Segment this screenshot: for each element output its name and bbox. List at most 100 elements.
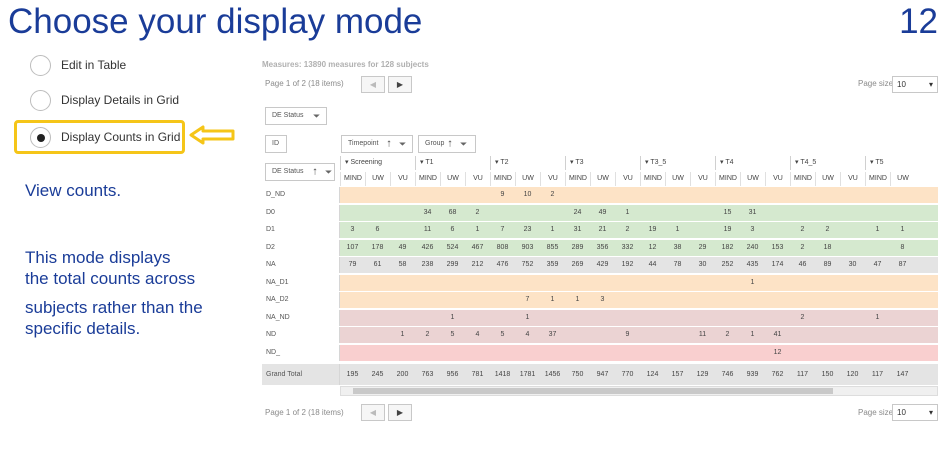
row-header-de-status[interactable]: DE Status ⭡ ⏷ bbox=[265, 163, 335, 181]
column-group-label: T3_5 bbox=[650, 159, 667, 166]
table-cell: 1 bbox=[625, 208, 630, 216]
table-cell: 5 bbox=[450, 331, 455, 338]
table-cell bbox=[890, 292, 915, 308]
filter-chip-timepoint[interactable]: Timepoint ⭡ ⏷ bbox=[341, 135, 413, 153]
table-cell bbox=[865, 240, 890, 256]
table-cell bbox=[640, 327, 665, 343]
table-cell: 107 bbox=[346, 243, 359, 251]
table-cell bbox=[490, 275, 515, 291]
table-cell bbox=[640, 345, 665, 361]
table-cell bbox=[365, 205, 390, 221]
column-group-header[interactable]: ▾ T5 bbox=[865, 156, 915, 170]
column-sub-header: UW bbox=[740, 172, 765, 186]
table-cell: 746 bbox=[721, 371, 734, 378]
table-cell: 12 bbox=[773, 348, 782, 356]
table-cell: 752 bbox=[521, 261, 534, 268]
table-cell bbox=[340, 310, 365, 326]
table-cell bbox=[890, 345, 915, 361]
column-group-label: T4 bbox=[725, 159, 734, 166]
table-cell bbox=[690, 275, 715, 291]
table-cell bbox=[865, 292, 890, 308]
table-cell: 34 bbox=[423, 208, 432, 216]
column-group-header[interactable]: ▾ T4 bbox=[715, 156, 790, 170]
column-group-header[interactable]: ▾ Screening bbox=[340, 156, 415, 170]
table-cell: 8 bbox=[900, 243, 905, 251]
table-cell bbox=[790, 292, 815, 308]
radio-button[interactable] bbox=[30, 89, 51, 111]
table-cell bbox=[840, 327, 865, 343]
table-cell: 30 bbox=[698, 261, 707, 268]
mode-option-details-grid[interactable]: Display Details in Grid bbox=[30, 88, 179, 112]
table-cell bbox=[740, 345, 765, 361]
table-cell bbox=[565, 327, 590, 343]
table-cell: 29 bbox=[698, 243, 707, 251]
table-cell bbox=[615, 275, 640, 291]
filter-chip-de-status[interactable]: DE Status ⏷ bbox=[265, 107, 327, 125]
filter-chip-id[interactable]: ID bbox=[265, 135, 287, 153]
next-page-button[interactable]: ▶ bbox=[388, 76, 412, 93]
table-cell: 178 bbox=[371, 243, 384, 251]
sort-asc-icon[interactable]: ⭡ bbox=[313, 164, 317, 180]
table-cell: 763 bbox=[421, 371, 434, 378]
table-cell: 195 bbox=[346, 371, 359, 378]
page-info-bottom: Page 1 of 2 (18 items) bbox=[265, 408, 344, 417]
table-cell: 49 bbox=[598, 208, 607, 216]
row-label: D1 bbox=[262, 222, 340, 238]
filter-icon[interactable]: ⏷ bbox=[399, 136, 406, 152]
table-cell: 1 bbox=[875, 313, 880, 321]
table-cell: 1 bbox=[475, 226, 480, 233]
table-cell bbox=[740, 292, 765, 308]
column-sub-header: VU bbox=[465, 172, 490, 186]
table-cell: 1 bbox=[575, 296, 580, 303]
slide-number: 12 bbox=[899, 2, 938, 41]
table-cell: 47 bbox=[873, 261, 882, 268]
table-cell: 356 bbox=[596, 243, 609, 251]
chip-label: Timepoint bbox=[348, 140, 379, 147]
table-cell bbox=[715, 187, 740, 203]
next-page-button-bottom[interactable]: ▶ bbox=[388, 404, 412, 421]
table-cell bbox=[415, 275, 440, 291]
column-group-header[interactable]: ▾ T3 bbox=[565, 156, 640, 170]
sort-asc-icon[interactable]: ⭡ bbox=[387, 136, 391, 152]
table-cell bbox=[340, 345, 365, 361]
column-group-header[interactable]: ▾ T1 bbox=[415, 156, 490, 170]
table-cell: 3 bbox=[750, 226, 755, 233]
prev-page-button[interactable]: ◀ bbox=[361, 76, 385, 93]
table-cell: 182 bbox=[721, 243, 734, 251]
mode-option-edit-table[interactable]: Edit in Table bbox=[30, 53, 126, 77]
row-label: NA_ND bbox=[262, 309, 340, 326]
page-size-select-bottom[interactable]: 10 ▾ bbox=[892, 404, 938, 421]
table-cell: 18 bbox=[823, 243, 832, 251]
column-group-header[interactable]: ▾ T3_5 bbox=[640, 156, 715, 170]
table-cell: 157 bbox=[671, 371, 684, 378]
table-cell: 289 bbox=[571, 243, 584, 251]
table-cell: 150 bbox=[821, 371, 834, 378]
column-sub-header: UW bbox=[515, 172, 540, 186]
table-cell: 808 bbox=[496, 243, 509, 251]
filter-icon[interactable]: ⏷ bbox=[313, 108, 320, 124]
filter-icon[interactable]: ⏷ bbox=[460, 136, 467, 152]
scrollbar-thumb[interactable] bbox=[353, 388, 833, 394]
table-cell: 58 bbox=[398, 261, 407, 268]
table-cell bbox=[340, 275, 365, 291]
column-sub-header: MIND bbox=[640, 172, 665, 186]
table-row: ND_ 12 bbox=[262, 344, 938, 362]
filter-icon[interactable]: ⏷ bbox=[325, 164, 332, 180]
page-size-select[interactable]: 10 ▾ bbox=[892, 76, 938, 93]
table-row: NA_ND 1 1 2 1 bbox=[262, 309, 938, 327]
table-cell bbox=[515, 345, 540, 361]
radio-button[interactable] bbox=[30, 54, 51, 76]
table-cell: 41 bbox=[773, 331, 782, 338]
filter-chip-group[interactable]: Group ⭡ ⏷ bbox=[418, 135, 476, 153]
horizontal-scrollbar[interactable] bbox=[340, 386, 938, 396]
sort-asc-icon[interactable]: ⭡ bbox=[448, 136, 452, 152]
column-group-header[interactable]: ▾ T2 bbox=[490, 156, 565, 170]
prev-page-button-bottom[interactable]: ◀ bbox=[361, 404, 385, 421]
table-cell bbox=[690, 187, 715, 203]
column-group-header[interactable]: ▾ T4_5 bbox=[790, 156, 865, 170]
table-cell: 30 bbox=[848, 261, 857, 268]
prev-page-icon: ◀ bbox=[369, 80, 377, 89]
table-cell: 240 bbox=[746, 243, 759, 251]
table-cell bbox=[665, 345, 690, 361]
notes-line: specific details. bbox=[25, 319, 141, 338]
